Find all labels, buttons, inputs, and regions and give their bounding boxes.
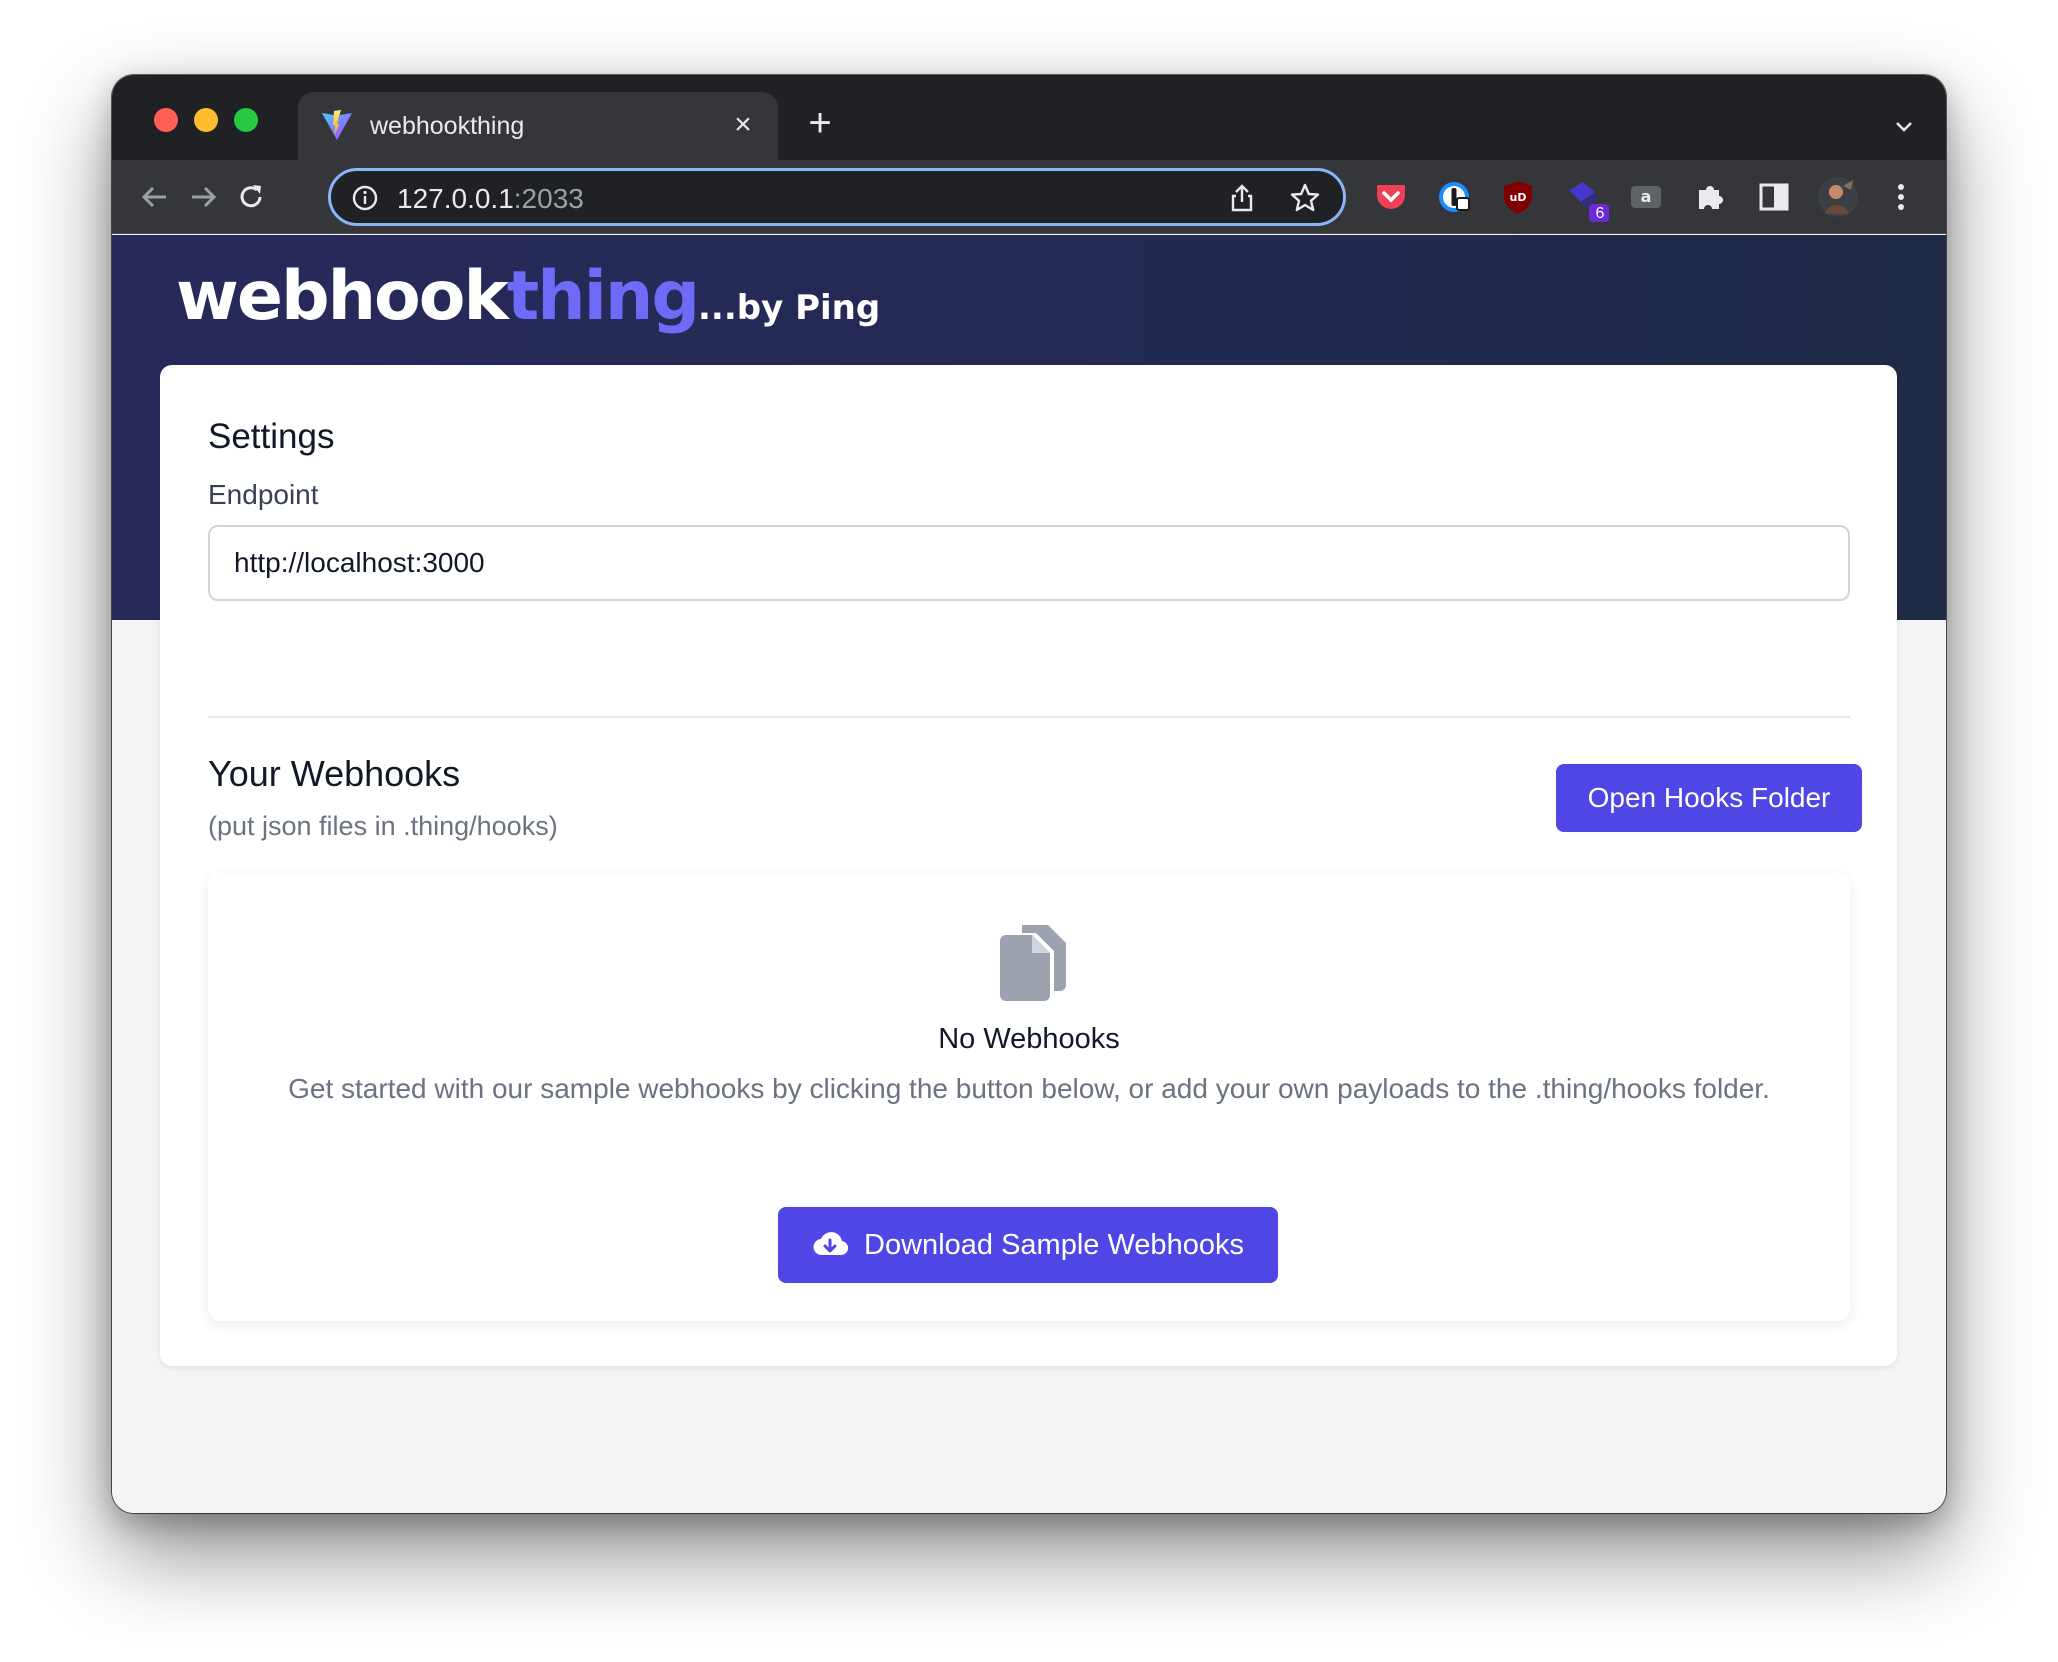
back-arrow-icon[interactable]: [138, 180, 172, 214]
download-sample-webhooks-button[interactable]: Download Sample Webhooks: [778, 1207, 1278, 1283]
endpoint-input[interactable]: [208, 525, 1850, 601]
brand-word-thing: thing: [506, 257, 700, 336]
tab-strip: webhookthing × +: [112, 75, 1946, 160]
settings-heading: Settings: [208, 417, 335, 456]
browser-toolbar: 127.0.0.1:2033 uD 6 a: [112, 160, 1946, 234]
brand-word-webhook: webhook: [176, 257, 509, 336]
pocket-icon[interactable]: [1372, 178, 1410, 216]
more-options-icon[interactable]: [1882, 178, 1920, 216]
info-icon[interactable]: [351, 184, 379, 212]
page-viewport: webhookthing...by Ping Settings Endpoint…: [112, 235, 1946, 1513]
browser-window: webhookthing × + 127.0.0.1:2033 uD 6 a w…: [112, 75, 1946, 1513]
extension-badge-count: 6: [1595, 205, 1605, 222]
brand-logo: webhookthing...by Ping: [176, 257, 880, 336]
extensions-puzzle-icon[interactable]: [1691, 178, 1729, 216]
new-tab-button[interactable]: +: [802, 103, 838, 143]
webhooks-subtitle: (put json files in .thing/hooks): [208, 811, 558, 841]
minimize-window-button[interactable]: [194, 108, 218, 132]
endpoint-label: Endpoint: [208, 479, 319, 510]
share-icon[interactable]: [1227, 183, 1257, 213]
main-card: Settings Endpoint Your Webhooks (put jso…: [160, 365, 1897, 1366]
empty-state: No Webhooks Get started with our sample …: [208, 873, 1850, 1321]
vite-favicon-icon: [322, 110, 352, 140]
section-divider: [208, 716, 1850, 718]
brand-tagline: ...by Ping: [698, 288, 881, 328]
close-tab-icon[interactable]: ×: [728, 110, 758, 140]
forward-arrow-icon[interactable]: [186, 180, 220, 214]
open-hooks-folder-button[interactable]: Open Hooks Folder: [1556, 764, 1862, 832]
svg-text:a: a: [1641, 187, 1652, 206]
reload-icon[interactable]: [234, 180, 268, 214]
webhooks-heading: Your Webhooks: [208, 753, 461, 794]
onepassword-icon[interactable]: [1435, 178, 1473, 216]
amazon-assistant-icon[interactable]: a: [1627, 178, 1665, 216]
browser-tab-active[interactable]: webhookthing ×: [298, 92, 778, 160]
url-text: 127.0.0.1:2033: [397, 183, 584, 214]
profile-avatar[interactable]: [1817, 176, 1859, 218]
chevron-down-icon[interactable]: [1892, 115, 1916, 139]
address-bar[interactable]: 127.0.0.1:2033: [328, 168, 1346, 226]
tab-title: webhookthing: [370, 112, 525, 140]
svg-text:uD: uD: [1510, 191, 1527, 204]
cloud-download-icon: [813, 1232, 849, 1256]
side-panel-icon[interactable]: [1755, 178, 1793, 216]
maximize-window-button[interactable]: [234, 108, 258, 132]
empty-state-description: Get started with our sample webhooks by …: [288, 1073, 1770, 1104]
ublock-origin-icon[interactable]: uD: [1499, 178, 1537, 216]
bookmark-star-icon[interactable]: [1289, 182, 1321, 214]
documents-icon: [1000, 925, 1066, 1001]
empty-state-title: No Webhooks: [938, 1023, 1120, 1055]
close-window-button[interactable]: [154, 108, 178, 132]
download-button-label: Download Sample Webhooks: [864, 1228, 1244, 1261]
